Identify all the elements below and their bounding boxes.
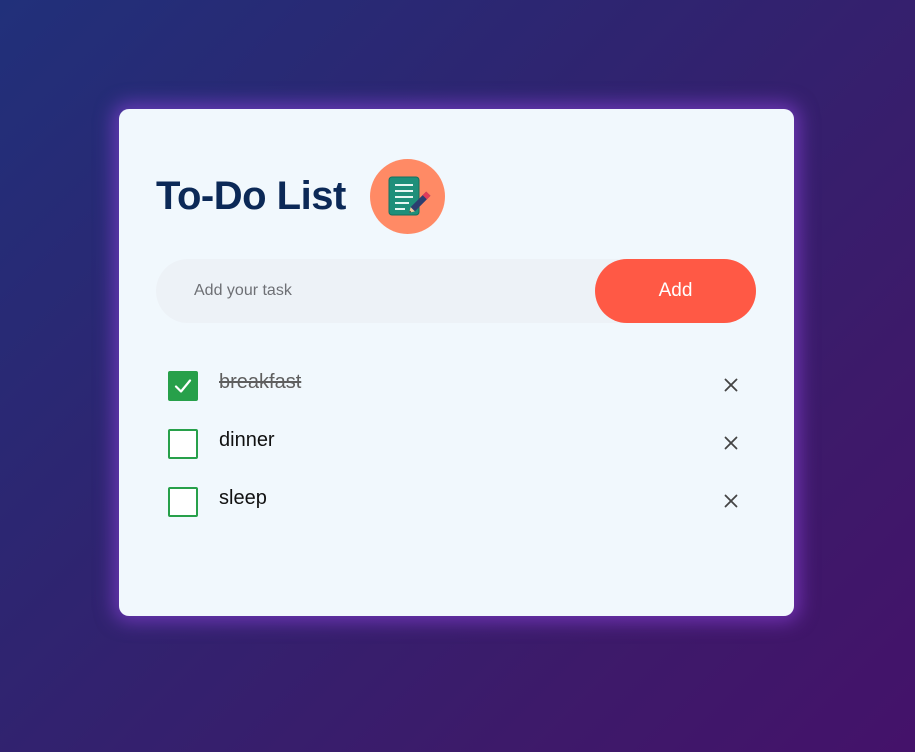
- task-input[interactable]: [156, 259, 595, 323]
- add-task-row: Add: [156, 259, 756, 323]
- task-list: breakfast dinner sleep: [168, 367, 748, 541]
- task-checkbox[interactable]: [168, 487, 198, 517]
- close-icon[interactable]: [719, 431, 743, 455]
- close-icon[interactable]: [719, 489, 743, 513]
- task-label: dinner: [219, 429, 275, 451]
- add-button[interactable]: Add: [595, 259, 756, 323]
- notepad-pencil-icon: [388, 176, 431, 215]
- notepad-icon: [369, 159, 445, 234]
- todo-card: To-Do List Add your task Add breakfast d…: [119, 109, 794, 616]
- header: To-Do List: [156, 159, 445, 234]
- task-item[interactable]: sleep: [168, 483, 748, 541]
- task-label: sleep: [219, 487, 267, 509]
- task-checkbox[interactable]: [168, 371, 198, 401]
- task-item[interactable]: breakfast: [168, 367, 748, 425]
- task-label: breakfast: [219, 371, 302, 393]
- task-item[interactable]: dinner: [168, 425, 748, 483]
- task-checkbox[interactable]: [168, 429, 198, 459]
- close-icon[interactable]: [719, 373, 743, 397]
- check-icon: [174, 379, 192, 393]
- page-title: To-Do List: [156, 174, 346, 218]
